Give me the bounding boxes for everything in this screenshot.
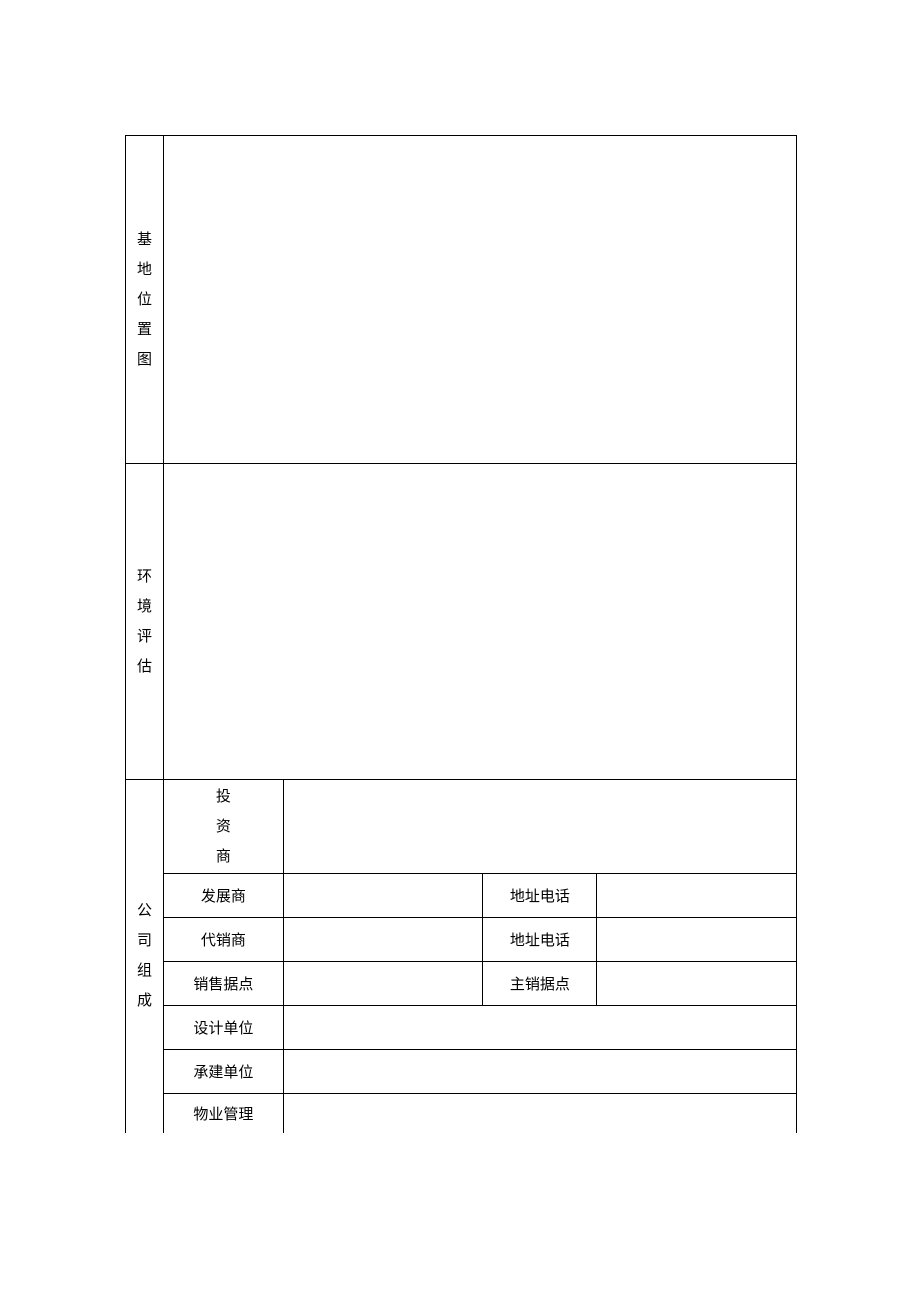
property-mgmt-label: 物业管理 xyxy=(163,1094,283,1133)
section-label-environment: 环境评估 xyxy=(126,464,164,780)
construction-unit-value xyxy=(283,1050,796,1094)
construction-unit-label: 承建单位 xyxy=(163,1050,283,1094)
developer-value xyxy=(283,874,483,918)
environment-content xyxy=(163,464,796,780)
sales-point-value xyxy=(283,962,483,1006)
investor-value xyxy=(283,780,796,874)
property-mgmt-value xyxy=(283,1094,796,1133)
main-sales-point-label: 主销据点 xyxy=(483,962,597,1006)
location-content xyxy=(163,136,796,464)
developer-label: 发展商 xyxy=(163,874,283,918)
developer-addr-value xyxy=(597,874,797,918)
sales-point-label: 销售据点 xyxy=(163,962,283,1006)
agent-addr-value xyxy=(597,918,797,962)
developer-addr-label: 地址电话 xyxy=(483,874,597,918)
agent-label: 代销商 xyxy=(163,918,283,962)
form-table: 基地位置图 环境评估 公司组成 投资商 发展商 地址电话 代销商 xyxy=(125,135,797,1133)
design-unit-label: 设计单位 xyxy=(163,1006,283,1050)
main-sales-point-value xyxy=(597,962,797,1006)
section-label-company: 公司组成 xyxy=(126,780,164,1133)
agent-value xyxy=(283,918,483,962)
investor-label: 投资商 xyxy=(163,780,283,874)
design-unit-value xyxy=(283,1006,796,1050)
section-label-location: 基地位置图 xyxy=(126,136,164,464)
agent-addr-label: 地址电话 xyxy=(483,918,597,962)
